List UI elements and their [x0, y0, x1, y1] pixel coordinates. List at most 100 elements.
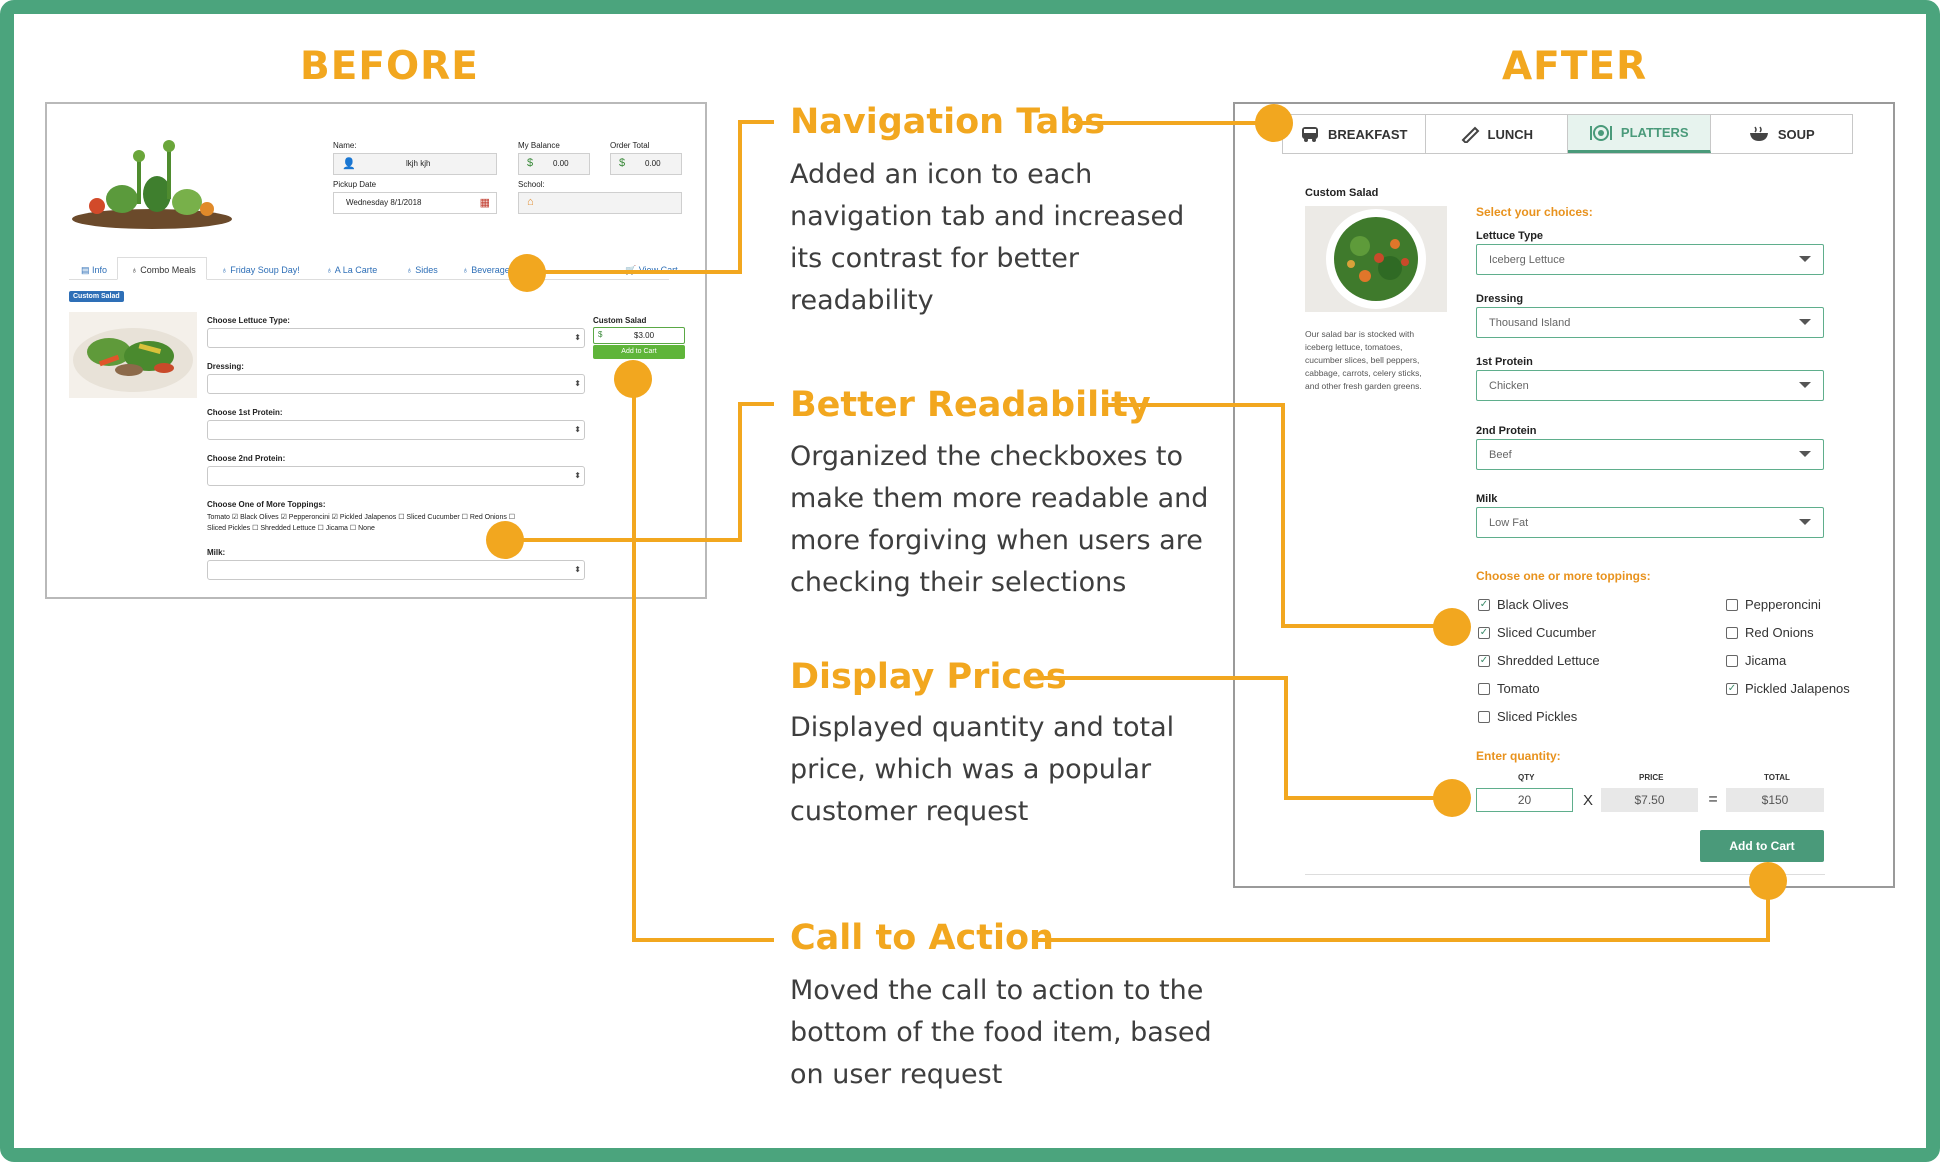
home-icon: ⌂ [527, 196, 534, 208]
dressing-label: Dressing [1476, 293, 1524, 305]
add-to-cart-button[interactable]: Add to Cart [593, 345, 685, 359]
tab-info[interactable]: ▤ Info [81, 265, 107, 276]
chevron-down-icon [1799, 519, 1811, 525]
item-title: Custom Salad [1305, 187, 1379, 199]
salad-photo [69, 312, 197, 398]
tab-sides[interactable]: ♁ Sides [406, 265, 438, 275]
plate-icon [1589, 124, 1612, 141]
tab-a-la-carte[interactable]: ♁ A La Carte [326, 265, 377, 275]
protein2-label: Choose 2nd Protein: [207, 454, 286, 463]
tab-friday-soup[interactable]: ♁ Friday Soup Day! [221, 265, 300, 275]
divider [1305, 874, 1825, 875]
annotation-body-nav: Added an icon to each navigation tab and… [790, 159, 1185, 316]
quantity-heading: Enter quantity: [1476, 749, 1561, 763]
topping-black-olives[interactable]: ✓ Black Olives [1478, 597, 1569, 612]
tab-soup[interactable]: SOUP [1711, 115, 1853, 153]
callout-dot-readability-before [486, 521, 524, 559]
sandwich-icon [1461, 126, 1479, 143]
milk-label: Milk: [207, 548, 226, 557]
callout-dot-cta-before [614, 360, 652, 398]
name-field[interactable]: 👤 lkjh kjh [333, 153, 497, 175]
topping-red-onions[interactable]: Red Onions [1726, 625, 1814, 640]
annotation-body-cta: Moved the call to action to the bottom o… [790, 975, 1212, 1090]
select-heading: Select your choices: [1476, 205, 1593, 219]
annotation-title-cta: Call to Action [790, 918, 1054, 958]
balance-field: $0.00 [518, 153, 590, 175]
milk-select[interactable]: Low Fat [1476, 507, 1824, 538]
topping-sliced-pickles[interactable]: Sliced Pickles [1478, 709, 1577, 724]
total-header: TOTAL [1764, 773, 1790, 782]
after-screenshot: BREAKFAST LUNCH PLATTERS SOUP Custom Sal… [1233, 102, 1895, 888]
tab-beverage[interactable]: ♁ Beverage [462, 265, 510, 275]
protein2-select[interactable] [207, 466, 585, 486]
callout-dot-cta-after [1749, 862, 1787, 900]
toppings-row-1[interactable]: Tomato ☑ Black Olives ☑ Pepperoncini ☑ P… [207, 513, 515, 521]
item-title: Custom Salad [593, 316, 647, 325]
dressing-select[interactable]: Thousand Island [1476, 307, 1824, 338]
toppings-row-2[interactable]: Sliced Pickles ☐ Shredded Lettuce ☐ Jica… [207, 524, 375, 532]
protein1-label: 1st Protein [1476, 356, 1533, 368]
school-label: School: [518, 180, 545, 189]
tab-platters[interactable]: PLATTERS [1568, 115, 1711, 153]
protein2-select[interactable]: Beef [1476, 439, 1824, 470]
chevron-down-icon [1799, 382, 1811, 388]
item-price-field: $ $3.00 [593, 327, 685, 344]
lettuce-select[interactable] [207, 328, 585, 348]
tab-breakfast[interactable]: BREAKFAST [1283, 115, 1426, 153]
chevron-down-icon [1799, 451, 1811, 457]
callout-dot-nav-before [508, 254, 546, 292]
order-total-label: Order Total [610, 141, 650, 150]
annotation-body-readability: Organized the checkboxes to make them mo… [790, 441, 1209, 598]
protein1-select[interactable] [207, 420, 585, 440]
dressing-label: Dressing: [207, 362, 244, 371]
qty-input[interactable]: 20 [1476, 788, 1573, 812]
bowl-icon [1749, 126, 1768, 141]
pickup-date-field[interactable]: Wednesday 8/1/2018 ▦ [333, 192, 497, 214]
name-label: Name: [333, 141, 357, 150]
bus-icon [1302, 127, 1319, 142]
lettuce-label: Lettuce Type [1476, 230, 1544, 242]
milk-select[interactable] [207, 560, 585, 580]
protein1-label: Choose 1st Protein: [207, 408, 283, 417]
calendar-icon[interactable]: ▦ [480, 196, 490, 209]
balance-label: My Balance [518, 141, 560, 150]
after-heading: AFTER [1502, 44, 1648, 89]
price-header: PRICE [1639, 773, 1664, 782]
annotation-body-prices: Displayed quantity and total price, whic… [790, 712, 1175, 827]
annotation-title-nav: Navigation Tabs [790, 102, 1106, 142]
toppings-label: Choose One of More Toppings: [207, 500, 326, 509]
tab-combo-meals[interactable]: ♁ Combo Meals [131, 265, 196, 275]
tab-lunch[interactable]: LUNCH [1426, 115, 1568, 153]
school-field[interactable]: ⌂ [518, 192, 682, 214]
total-field: $150 [1726, 788, 1824, 812]
custom-salad-badge: Custom Salad [69, 291, 124, 302]
topping-sliced-cucumber[interactable]: ✓ Sliced Cucumber [1478, 625, 1596, 640]
callout-dot-nav-after [1255, 104, 1293, 142]
equals-sign: = [1708, 791, 1718, 808]
topping-pickled-jalapenos[interactable]: ✓ Pickled Jalapenos [1726, 681, 1850, 696]
topping-pepperoncini[interactable]: Pepperoncini [1726, 597, 1821, 612]
callout-dot-prices-after [1433, 779, 1471, 817]
order-total-field: $0.00 [610, 153, 682, 175]
add-to-cart-button[interactable]: Add to Cart [1700, 830, 1824, 862]
user-icon: 👤 [342, 158, 356, 170]
topping-shredded-lettuce[interactable]: ✓ Shredded Lettuce [1478, 653, 1600, 668]
dressing-select[interactable] [207, 374, 585, 394]
annotation-title-prices: Display Prices [790, 657, 1067, 697]
qty-header: QTY [1518, 773, 1535, 782]
callout-dot-readability-after [1433, 608, 1471, 646]
item-description: Our salad bar is stocked with iceberg le… [1305, 329, 1422, 391]
toppings-heading: Choose one or more toppings: [1476, 569, 1651, 583]
vegetable-garden-illustration [72, 140, 232, 229]
protein1-select[interactable]: Chicken [1476, 370, 1824, 401]
topping-tomato[interactable]: Tomato [1478, 681, 1540, 696]
times-sign: X [1582, 791, 1593, 809]
lettuce-select[interactable]: Iceberg Lettuce [1476, 244, 1824, 275]
topping-jicama[interactable]: Jicama [1726, 653, 1786, 668]
nav-tabs: BREAKFAST LUNCH PLATTERS SOUP [1282, 114, 1853, 154]
chevron-down-icon [1799, 319, 1811, 325]
before-screenshot: Name: 👤 lkjh kjh Pickup Date Wednesday 8/… [45, 102, 707, 599]
before-heading: BEFORE [300, 44, 479, 89]
salad-bowl-photo [1305, 206, 1447, 312]
price-field: $7.50 [1601, 788, 1698, 812]
